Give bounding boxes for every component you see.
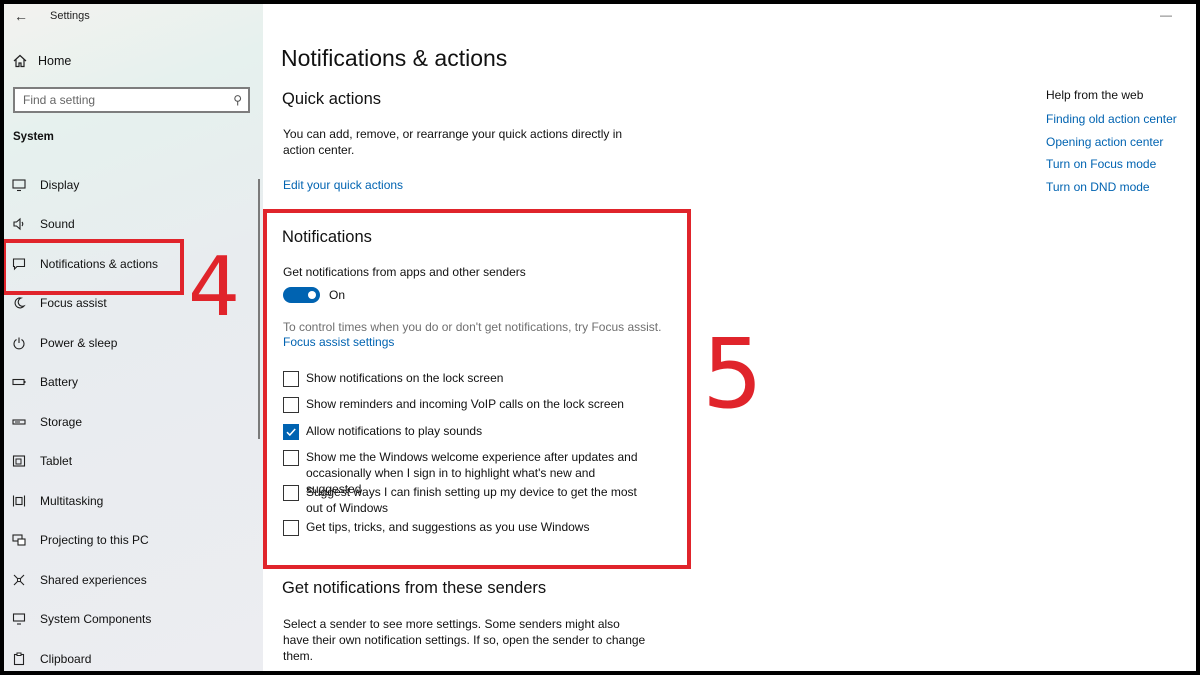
help-title: Help from the web: [1046, 88, 1144, 102]
sidebar-item-label: Multitasking: [40, 493, 104, 508]
storage-icon: [12, 419, 26, 425]
help-link[interactable]: Opening action center: [1046, 135, 1177, 158]
tablet-icon: [12, 455, 26, 467]
sidebar-item-multitasking[interactable]: Multitasking: [4, 481, 263, 521]
help-link[interactable]: Turn on Focus mode: [1046, 157, 1177, 180]
window-title: Settings: [50, 10, 90, 22]
speaker-icon: [13, 218, 24, 231]
sidebar-item-label: Battery: [40, 375, 79, 390]
sidebar-item-label: Storage: [40, 414, 83, 429]
sidebar-item-clipboard[interactable]: Clipboard: [4, 639, 263, 671]
sidebar-item-label: Shared experiences: [40, 572, 147, 587]
title-bar: ← Settings: [14, 6, 90, 26]
search-input[interactable]: [23, 93, 234, 107]
battery-icon: [12, 379, 26, 386]
annotation-box-step-5: [263, 209, 691, 569]
sidebar-item-battery[interactable]: Battery: [4, 363, 263, 403]
help-links: Finding old action center Opening action…: [1046, 112, 1177, 202]
multitasking-icon: [12, 495, 26, 507]
back-arrow-icon[interactable]: ←: [14, 8, 34, 24]
moon-icon: [14, 297, 26, 309]
senders-description: Select a sender to see more settings. So…: [283, 617, 646, 663]
sidebar-item-label: Sound: [40, 217, 75, 232]
sidebar-item-projecting[interactable]: Projecting to this PC: [4, 521, 263, 561]
shared-icon: [13, 574, 25, 586]
sidebar: ← Settings Home ⚲ System Display Sound N…: [4, 4, 263, 671]
home-icon: [13, 54, 27, 68]
sidebar-item-display[interactable]: Display: [4, 165, 263, 205]
components-icon: [12, 613, 26, 625]
home-label: Home: [38, 54, 72, 68]
sidebar-item-label: System Components: [40, 612, 152, 627]
sidebar-item-system-components[interactable]: System Components: [4, 600, 263, 640]
annotation-number-5: 5: [702, 318, 764, 430]
edit-quick-actions-link[interactable]: Edit your quick actions: [283, 178, 403, 192]
search-box[interactable]: ⚲: [13, 87, 250, 113]
annotation-number-4: 4: [188, 240, 241, 335]
search-icon[interactable]: ⚲: [233, 93, 242, 107]
sidebar-item-tablet[interactable]: Tablet: [4, 442, 263, 482]
clipboard-icon: [13, 652, 25, 665]
sidebar-item-label: Focus assist: [40, 296, 107, 311]
annotation-box-step-4: [4, 239, 184, 295]
minimize-icon[interactable]: —: [1160, 8, 1172, 22]
sidebar-item-home[interactable]: Home: [12, 51, 71, 71]
quick-actions-description: You can add, remove, or rearrange your q…: [283, 127, 623, 157]
sidebar-item-label: Power & sleep: [40, 335, 118, 350]
sidebar-scrollbar[interactable]: [258, 179, 260, 439]
projecting-icon: [12, 534, 26, 546]
monitor-icon: [12, 179, 26, 191]
quick-actions-heading: Quick actions: [282, 90, 382, 108]
sidebar-item-storage[interactable]: Storage: [4, 402, 263, 442]
sidebar-item-label: Tablet: [40, 454, 73, 469]
sidebar-item-label: Display: [40, 177, 80, 192]
help-link[interactable]: Turn on DND mode: [1046, 180, 1177, 203]
senders-heading: Get notifications from these senders: [282, 579, 547, 597]
sidebar-item-shared-experiences[interactable]: Shared experiences: [4, 560, 263, 600]
page-title: Notifications & actions: [281, 45, 508, 71]
power-icon: [13, 337, 25, 350]
section-label: System: [13, 131, 54, 143]
help-link[interactable]: Finding old action center: [1046, 112, 1177, 135]
sidebar-item-label: Clipboard: [40, 651, 92, 666]
settings-window: ← Settings Home ⚲ System Display Sound N…: [4, 4, 1196, 671]
sidebar-item-label: Projecting to this PC: [40, 533, 149, 548]
